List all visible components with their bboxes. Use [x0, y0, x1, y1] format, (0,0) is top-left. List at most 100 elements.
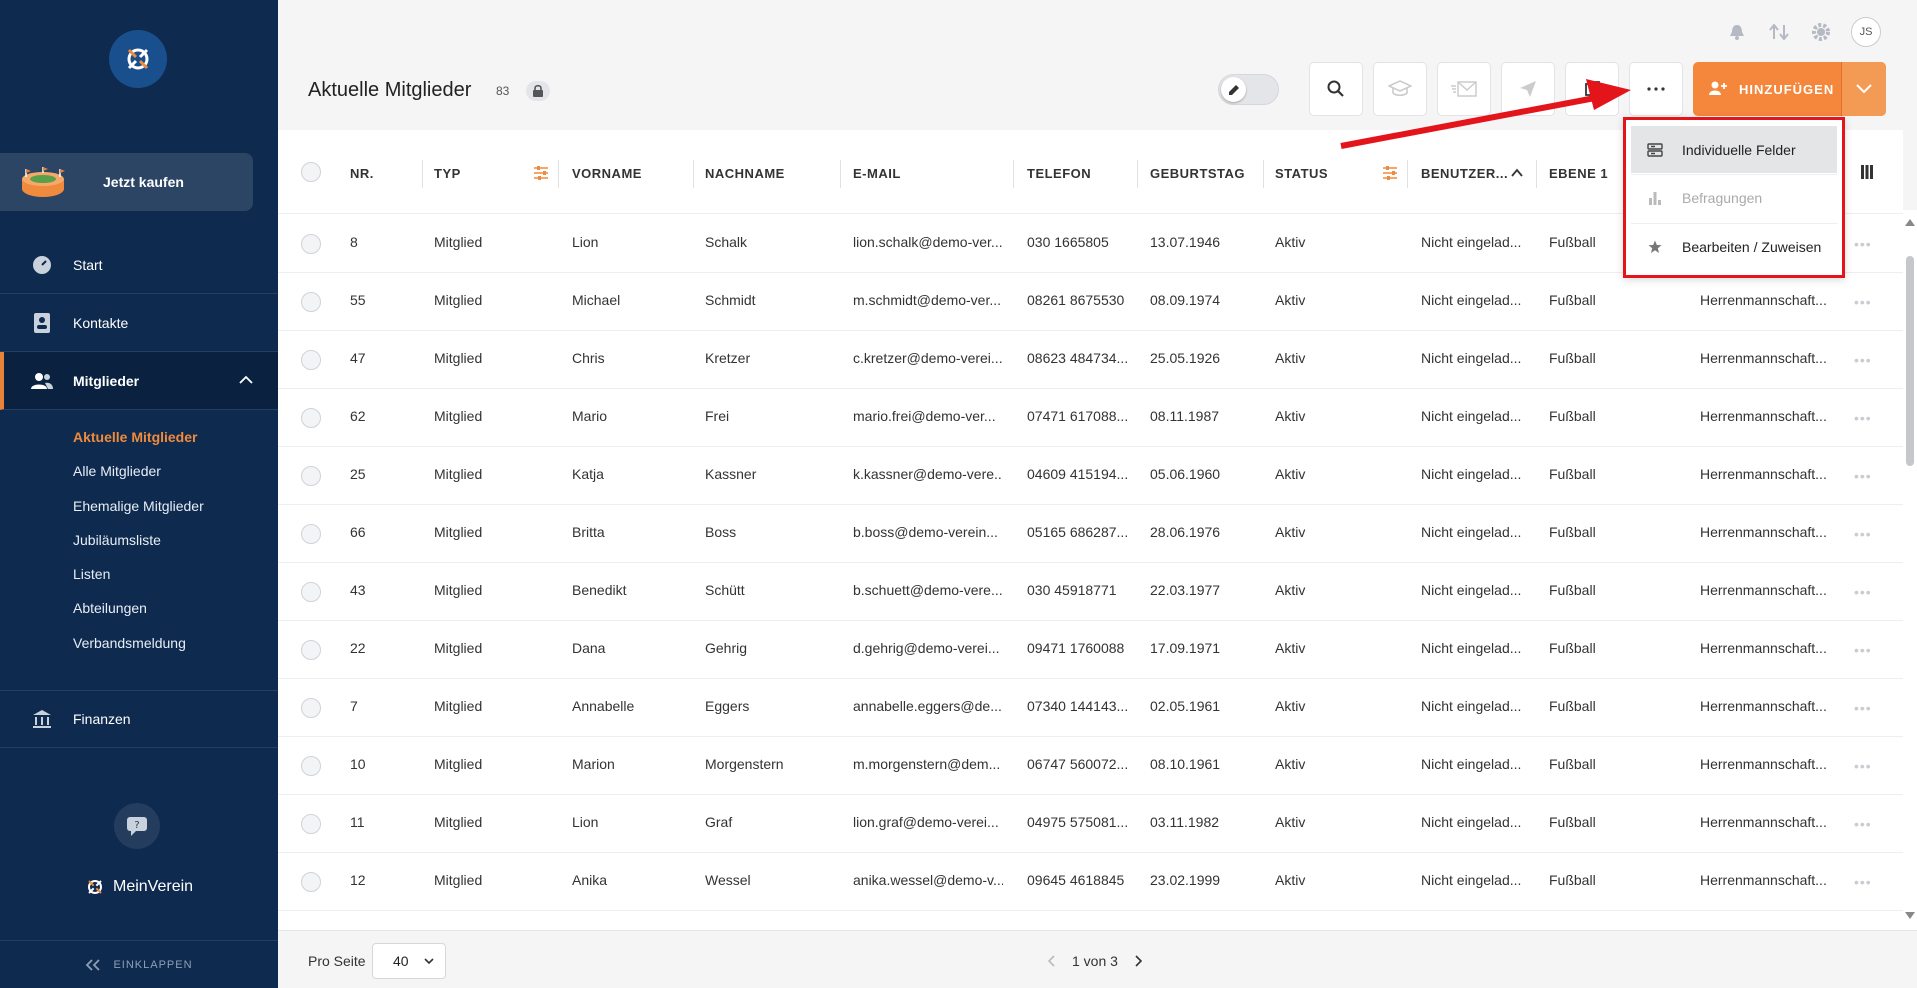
- row-checkbox[interactable]: [301, 698, 321, 718]
- next-page-icon[interactable]: [1134, 955, 1142, 967]
- brand-name: MeinVerein: [113, 878, 194, 895]
- sort-ascending-icon[interactable]: [1511, 168, 1523, 178]
- column-filter-icon[interactable]: [1382, 165, 1398, 181]
- buy-now-button[interactable]: Jetzt kaufen: [0, 153, 253, 211]
- row-checkbox[interactable]: [301, 756, 321, 776]
- row-checkbox[interactable]: [301, 524, 321, 544]
- add-button[interactable]: HINZUFÜGEN: [1693, 62, 1886, 116]
- nav-mitglieder[interactable]: Mitglieder: [0, 352, 278, 410]
- send-button[interactable]: [1501, 62, 1555, 116]
- select-all-checkbox[interactable]: [301, 162, 321, 182]
- col-vorname[interactable]: VORNAME: [572, 164, 642, 184]
- column-filter-icon[interactable]: [533, 165, 549, 181]
- edit-mode-toggle[interactable]: [1218, 74, 1279, 105]
- table-row[interactable]: 22 Mitglied Dana Gehrig d.gehrig@demo-verei.…: [278, 621, 1903, 679]
- cell-typ: Mitglied: [434, 234, 483, 250]
- subnav-aktuelle-mitglieder[interactable]: Aktuelle Mitglieder: [73, 429, 197, 445]
- per-page-select[interactable]: 40: [372, 943, 446, 979]
- row-actions-icon[interactable]: •••: [1854, 236, 1872, 252]
- lock-icon[interactable]: [526, 81, 550, 101]
- bell-icon[interactable]: [1725, 20, 1749, 44]
- cell-status: Aktiv: [1275, 408, 1306, 424]
- app-logo[interactable]: [109, 30, 167, 88]
- row-actions-icon[interactable]: •••: [1854, 468, 1872, 484]
- stadium-icon: [20, 165, 66, 199]
- certificate-button[interactable]: [1373, 62, 1427, 116]
- cell-ebene-1: Fußball: [1549, 350, 1596, 366]
- col-benutzer[interactable]: BENUTZER...: [1421, 164, 1508, 184]
- columns-icon[interactable]: [1861, 165, 1873, 179]
- row-checkbox[interactable]: [301, 466, 321, 486]
- col-typ[interactable]: TYP: [434, 164, 461, 184]
- scrollbar-thumb[interactable]: [1906, 256, 1914, 466]
- menu-item-befragungen[interactable]: Befragungen: [1631, 174, 1837, 221]
- row-checkbox[interactable]: [301, 234, 321, 254]
- row-checkbox[interactable]: [301, 408, 321, 428]
- subnav-jubilaeumsliste[interactable]: Jubiläumsliste: [73, 532, 161, 548]
- nav-finanzen[interactable]: Finanzen: [0, 690, 278, 748]
- scroll-down-icon[interactable]: [1905, 912, 1915, 920]
- table-row[interactable]: 10 Mitglied Marion Morgenstern m.morgenstern…: [278, 737, 1903, 795]
- row-checkbox[interactable]: [301, 640, 321, 660]
- prev-page-icon[interactable]: [1048, 955, 1056, 967]
- table-row[interactable]: 13MitgliedSilasKöstersilas.koester@demo-…: [278, 911, 1903, 930]
- table-row[interactable]: 12 Mitglied Anika Wessel anika.wessel@demo-v…: [278, 853, 1903, 911]
- row-checkbox[interactable]: [301, 350, 321, 370]
- row-actions-icon[interactable]: •••: [1854, 874, 1872, 890]
- row-actions-icon[interactable]: •••: [1854, 352, 1872, 368]
- col-status[interactable]: STATUS: [1275, 164, 1328, 184]
- vertical-scrollbar[interactable]: [1903, 210, 1917, 930]
- export-button[interactable]: [1565, 62, 1619, 116]
- col-email[interactable]: E-MAIL: [853, 164, 901, 184]
- subnav-ehemalige-mitglieder[interactable]: Ehemalige Mitglieder: [73, 498, 204, 514]
- subnav-abteilungen[interactable]: Abteilungen: [73, 600, 147, 616]
- row-actions-icon[interactable]: •••: [1854, 584, 1872, 600]
- search-button[interactable]: [1309, 62, 1363, 116]
- col-nachname[interactable]: NACHNAME: [705, 164, 785, 184]
- sort-arrows-icon[interactable]: [1767, 20, 1791, 44]
- row-actions-icon[interactable]: •••: [1854, 410, 1872, 426]
- table-row[interactable]: 7 Mitglied Annabelle Eggers annabelle.eggers…: [278, 679, 1903, 737]
- chevron-up-icon[interactable]: [238, 372, 254, 388]
- buy-now-label: Jetzt kaufen: [103, 174, 184, 190]
- subnav-listen[interactable]: Listen: [73, 566, 110, 582]
- subnav-verbandsmeldung[interactable]: Verbandsmeldung: [73, 635, 186, 651]
- collapse-sidebar-button[interactable]: EINKLAPPEN: [0, 940, 278, 988]
- row-checkbox[interactable]: [301, 582, 321, 602]
- avatar[interactable]: JS: [1851, 17, 1881, 47]
- gear-icon[interactable]: [1809, 20, 1833, 44]
- row-actions-icon[interactable]: •••: [1854, 700, 1872, 716]
- table-row[interactable]: 25 Mitglied Katja Kassner k.kassner@demo-ver…: [278, 447, 1903, 505]
- email-button[interactable]: [1437, 62, 1491, 116]
- scroll-up-icon[interactable]: [1905, 218, 1915, 226]
- help-chat-button[interactable]: ?: [114, 803, 160, 849]
- row-actions-icon[interactable]: •••: [1854, 642, 1872, 658]
- table-row[interactable]: 62 Mitglied Mario Frei mario.frei@demo-ver..…: [278, 389, 1903, 447]
- row-actions-icon[interactable]: •••: [1854, 294, 1872, 310]
- col-ebene-1[interactable]: EBENE 1: [1549, 164, 1608, 184]
- nav-start[interactable]: Start: [0, 236, 278, 294]
- table-row[interactable]: 11 Mitglied Lion Graf lion.graf@demo-verei..…: [278, 795, 1903, 853]
- col-telefon[interactable]: TELEFON: [1027, 164, 1091, 184]
- subnav-alle-mitglieder[interactable]: Alle Mitglieder: [73, 463, 161, 479]
- cell-email: k.kassner@demo-vere...: [853, 466, 1003, 482]
- table-row[interactable]: 55 Mitglied Michael Schmidt m.schmidt@demo-v…: [278, 273, 1903, 331]
- row-actions-icon[interactable]: •••: [1854, 758, 1872, 774]
- table-row[interactable]: 47 Mitglied Chris Kretzer c.kretzer@demo-ver…: [278, 331, 1903, 389]
- star-icon: [1646, 240, 1664, 254]
- row-checkbox[interactable]: [301, 872, 321, 892]
- table-row[interactable]: 66 Mitglied Britta Boss b.boss@demo-verein..…: [278, 505, 1903, 563]
- row-checkbox[interactable]: [301, 814, 321, 834]
- row-actions-icon[interactable]: •••: [1854, 816, 1872, 832]
- row-actions-icon[interactable]: •••: [1854, 526, 1872, 542]
- table-row[interactable]: 43 Mitglied Benedikt Schütt b.schuett@demo-v…: [278, 563, 1903, 621]
- menu-item-individuelle-felder[interactable]: Individuelle Felder: [1631, 126, 1837, 173]
- more-options-button[interactable]: [1629, 62, 1683, 116]
- col-nr[interactable]: NR.: [350, 164, 374, 184]
- menu-item-bearbeiten-zuweisen[interactable]: Bearbeiten / Zuweisen: [1631, 223, 1837, 270]
- row-checkbox[interactable]: [301, 292, 321, 312]
- nav-kontakte[interactable]: Kontakte: [0, 294, 278, 352]
- col-geburtstag[interactable]: GEBURTSTAG: [1150, 164, 1245, 184]
- cell-typ: Mitglied: [434, 524, 483, 540]
- add-dropdown-toggle[interactable]: [1841, 62, 1886, 116]
